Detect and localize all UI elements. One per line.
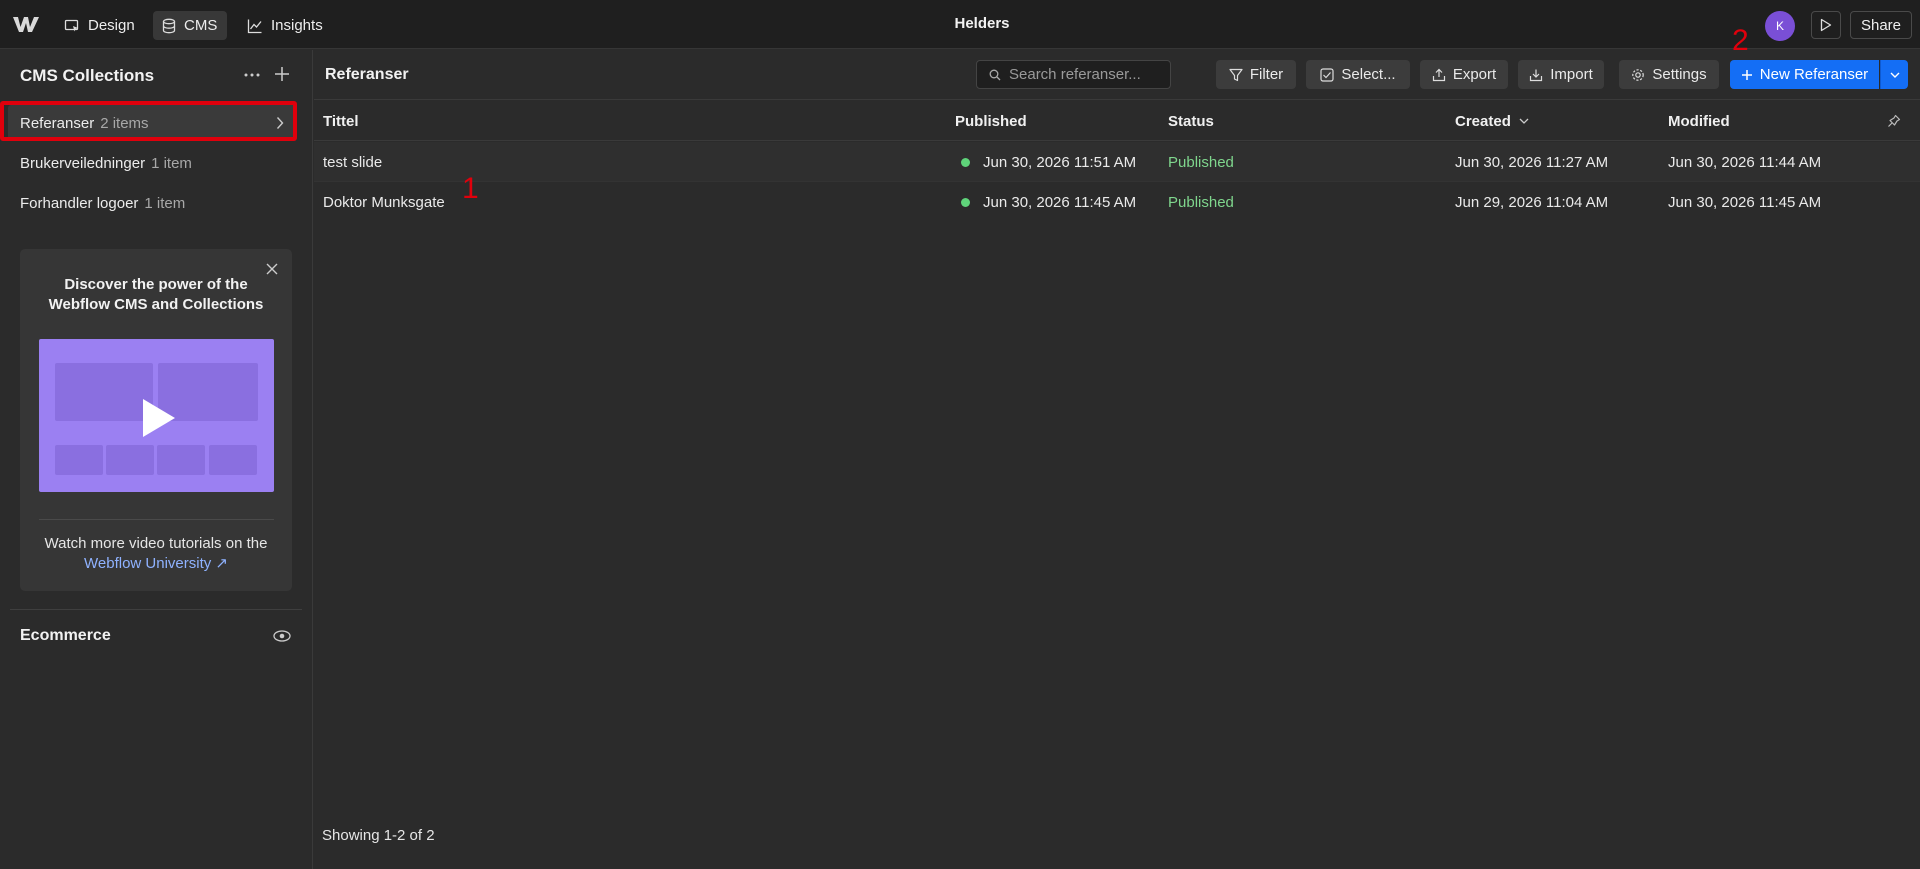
table-row[interactable]: Doktor Munksgate Jun 30, 2026 11:45 AM P…	[314, 182, 1920, 222]
gear-icon	[1632, 68, 1645, 81]
video-thumbnail[interactable]	[39, 339, 274, 492]
sidebar-title: CMS Collections	[20, 66, 155, 85]
column-header-published[interactable]: Published	[955, 101, 1027, 141]
tab-insights-label: Insights	[271, 17, 323, 34]
new-referanser-label: New Referanser	[1759, 66, 1869, 83]
site-title: Helders	[954, 15, 1010, 32]
cell-title: test slide	[323, 153, 383, 171]
column-label: Created	[1455, 112, 1511, 130]
column-label: Tittel	[323, 112, 359, 130]
ecommerce-label: Ecommerce	[20, 627, 111, 644]
column-label: Status	[1168, 112, 1214, 130]
column-header-status[interactable]: Status	[1168, 101, 1214, 141]
tab-cms-label: CMS	[184, 17, 218, 34]
select-label: Select...	[1341, 66, 1396, 83]
sort-chevron-icon	[1519, 118, 1529, 124]
settings-button[interactable]: Settings	[1619, 60, 1719, 89]
plus-icon	[1741, 69, 1752, 80]
cell-status: Published	[1168, 153, 1234, 171]
published-date: Jun 30, 2026 11:51 AM	[983, 153, 1137, 171]
play-icon	[143, 399, 175, 437]
preview-button[interactable]	[1811, 11, 1841, 39]
cms-sidebar: CMS Collections Referanser 2 items Bruke…	[0, 50, 313, 869]
checkbox-icon	[1320, 67, 1334, 82]
column-label: Modified	[1668, 112, 1730, 130]
new-options-dropdown[interactable]	[1880, 60, 1908, 89]
table-header: Tittel Published Status Created Modified	[314, 101, 1920, 141]
more-options-icon[interactable]	[242, 66, 262, 84]
collection-name: Forhandler logoer	[20, 194, 139, 212]
pagination-info: Showing 1-2 of 2	[322, 827, 435, 844]
collection-main: Referanser Filter Select... Export Impor…	[314, 50, 1920, 869]
search-box[interactable]	[976, 60, 1171, 89]
column-label: Published	[955, 112, 1027, 130]
play-icon	[1820, 18, 1832, 32]
page-title: Referanser	[325, 66, 409, 83]
promo-title: Discover the power of the Webflow CMS an…	[48, 276, 264, 313]
cell-title: Doktor Munksgate	[323, 193, 445, 211]
collection-item-referanser[interactable]: Referanser 2 items	[8, 105, 296, 141]
divider	[10, 609, 302, 610]
tab-cms[interactable]: CMS	[153, 11, 227, 40]
pin-icon[interactable]	[1887, 101, 1901, 141]
chart-line-icon	[247, 19, 262, 33]
export-icon	[1432, 68, 1445, 81]
collection-name: Brukerveiledninger	[20, 154, 146, 172]
collection-count: 2 items	[100, 114, 149, 132]
tab-design[interactable]: Design	[55, 11, 140, 40]
import-button[interactable]: Import	[1518, 60, 1604, 89]
tab-design-label: Design	[88, 17, 135, 34]
collection-item-forhandler-logoer[interactable]: Forhandler logoer 1 item	[8, 185, 296, 221]
published-date: Jun 30, 2026 11:45 AM	[983, 193, 1137, 211]
cell-modified: Jun 30, 2026 11:44 AM	[1668, 153, 1822, 171]
cell-published: Jun 30, 2026 11:45 AM	[961, 182, 1136, 222]
add-collection-icon[interactable]	[272, 64, 292, 84]
table-row[interactable]: test slide Jun 30, 2026 11:51 AM Publish…	[314, 142, 1920, 182]
select-button[interactable]: Select...	[1306, 60, 1410, 89]
new-referanser-button[interactable]: New Referanser	[1730, 60, 1879, 89]
cell-created: Jun 30, 2026 11:27 AM	[1455, 153, 1609, 171]
tab-insights[interactable]: Insights	[238, 11, 338, 40]
published-status-dot	[961, 197, 970, 207]
export-label: Export	[1452, 66, 1497, 83]
filter-button[interactable]: Filter	[1216, 60, 1296, 89]
annotation-number: 2	[1732, 24, 1749, 57]
cell-published: Jun 30, 2026 11:51 AM	[961, 142, 1136, 182]
top-bar: Design CMS Insights Helders K Share	[0, 0, 1920, 49]
export-button[interactable]: Export	[1420, 60, 1508, 89]
search-input[interactable]	[1009, 66, 1159, 83]
promo-text: Watch more video tutorials on the	[44, 535, 268, 552]
collection-count: 1 item	[151, 154, 192, 172]
column-header-created[interactable]: Created	[1455, 101, 1529, 141]
import-label: Import	[1550, 66, 1593, 83]
annotation-number: 1	[462, 172, 479, 205]
collection-header: Referanser Filter Select... Export Impor…	[314, 50, 1920, 100]
database-icon	[162, 18, 176, 33]
avatar[interactable]: K	[1765, 11, 1795, 41]
cell-created: Jun 29, 2026 11:04 AM	[1455, 193, 1609, 211]
eye-icon[interactable]	[272, 628, 292, 644]
settings-label: Settings	[1652, 66, 1707, 83]
column-header-modified[interactable]: Modified	[1668, 101, 1730, 141]
cell-status: Published	[1168, 193, 1234, 211]
share-button[interactable]: Share	[1850, 11, 1912, 39]
divider	[39, 519, 274, 520]
import-icon	[1530, 69, 1543, 81]
filter-icon	[1229, 68, 1243, 81]
webflow-logo-icon[interactable]	[12, 14, 40, 34]
collection-item-brukerveiledninger[interactable]: Brukerveiledninger 1 item	[8, 145, 296, 181]
cell-modified: Jun 30, 2026 11:45 AM	[1668, 193, 1822, 211]
published-status-dot	[961, 157, 970, 167]
chevron-right-icon	[276, 117, 284, 129]
webflow-university-link[interactable]: Webflow University ↗	[30, 554, 282, 574]
collection-count: 1 item	[144, 194, 186, 212]
chevron-down-icon	[1890, 72, 1899, 78]
filter-label: Filter	[1249, 66, 1284, 83]
column-header-title[interactable]: Tittel	[323, 101, 359, 141]
promo-card: Discover the power of the Webflow CMS an…	[20, 249, 292, 591]
search-icon	[989, 69, 1001, 80]
collection-name: Referanser	[20, 114, 95, 132]
design-cursor-icon	[64, 19, 79, 31]
